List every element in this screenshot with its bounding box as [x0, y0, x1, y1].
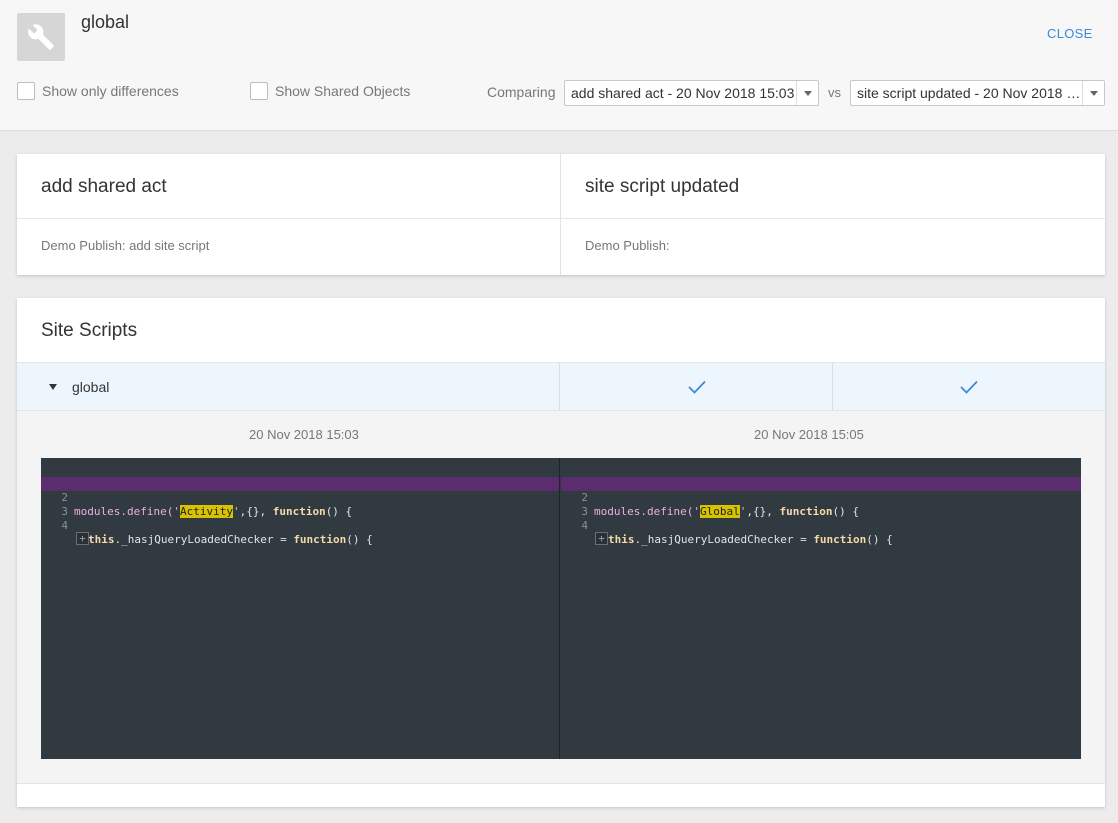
code-keyword: this [88, 533, 115, 546]
site-scripts-card: Site Scripts global 20 Nov 2018 15:03 20… [17, 298, 1105, 807]
comparing-label: Comparing [487, 84, 556, 100]
wrench-icon [17, 13, 65, 61]
card-footer [17, 783, 1105, 807]
right-version-panel: site script updated Demo Publish: [561, 154, 1105, 275]
divider [17, 218, 560, 219]
header: global CLOSE Show only differences Show … [0, 0, 1118, 131]
code-keyword: function [293, 533, 347, 546]
left-status-cell [559, 363, 833, 410]
right-date: 20 Nov 2018 15:05 [754, 427, 864, 442]
check-icon [960, 380, 978, 394]
code-line: 1 [561, 463, 1081, 490]
show-shared-objects-checkbox[interactable]: Show Shared Objects [250, 82, 410, 100]
right-version-select[interactable]: site script updated - 20 Nov 2018 15:05 [850, 80, 1105, 106]
show-only-differences-checkbox[interactable]: Show only differences [17, 82, 179, 100]
chevron-down-icon[interactable] [796, 81, 818, 105]
diff-editor[interactable]: 1 2 modules.define('Activity',{}, functi… [41, 458, 1081, 759]
left-version-name: add shared act [41, 176, 167, 197]
code-line: 1 [41, 463, 559, 490]
code-line-changed: 2 modules.define('Global',{}, function()… [561, 477, 1081, 518]
code-keyword: function [813, 533, 867, 546]
versions-card: add shared act Demo Publish: add site sc… [17, 154, 1105, 275]
code-line: 3 [561, 491, 1081, 518]
left-date: 20 Nov 2018 15:03 [249, 427, 359, 442]
right-version-message: Demo Publish: [585, 238, 670, 253]
code-token: ._hasjQueryLoadedChecker = [114, 533, 294, 546]
vs-label: vs [828, 85, 841, 100]
line-number: 4 [61, 519, 68, 532]
checkbox-label: Show only differences [42, 83, 179, 99]
checkbox-label: Show Shared Objects [275, 83, 411, 99]
left-version-panel: add shared act Demo Publish: add site sc… [17, 154, 561, 275]
code-token: ._hasjQueryLoadedChecker = [634, 533, 814, 546]
code-keyword: this [608, 533, 635, 546]
site-script-row[interactable]: global [17, 362, 1105, 411]
line-number: 4 [581, 519, 588, 532]
code-token: () { [346, 533, 373, 546]
diff-container: 20 Nov 2018 15:03 20 Nov 2018 15:05 1 2 … [17, 411, 1105, 783]
code-text: this._hasjQueryLoadedChecker = function(… [608, 533, 893, 547]
code-text: this._hasjQueryLoadedChecker = function(… [88, 533, 373, 547]
left-version-value: add shared act - 20 Nov 2018 15:03 [571, 85, 795, 101]
right-version-name: site script updated [585, 176, 740, 197]
left-code-pane[interactable]: 1 2 modules.define('Activity',{}, functi… [41, 458, 560, 759]
divider [561, 218, 1105, 219]
checkbox-box[interactable] [250, 82, 268, 100]
code-line: 4 this._hasjQueryLoadedChecker = functio… [41, 505, 559, 546]
collapse-toggle-icon[interactable] [49, 384, 57, 390]
site-script-name: global [72, 379, 110, 395]
right-version-value: site script updated - 20 Nov 2018 15:05 [857, 85, 1082, 101]
expand-fold-icon[interactable]: + [76, 532, 89, 545]
code-token: () { [866, 533, 893, 546]
code-line: 3 [41, 491, 559, 518]
chevron-down-icon[interactable] [1082, 81, 1104, 105]
page-title: global [81, 12, 130, 32]
section-title: Site Scripts [41, 320, 138, 341]
right-status-cell [832, 363, 1105, 410]
code-line: 4 this._hasjQueryLoadedChecker = functio… [561, 505, 1081, 546]
left-version-message: Demo Publish: add site script [41, 238, 210, 253]
left-version-select[interactable]: add shared act - 20 Nov 2018 15:03 [564, 80, 819, 106]
right-code-pane[interactable]: 1 2 modules.define('Global',{}, function… [561, 458, 1081, 759]
code-line-changed: 2 modules.define('Activity',{}, function… [41, 477, 559, 518]
expand-fold-icon[interactable]: + [595, 532, 608, 545]
checkbox-box[interactable] [17, 82, 35, 100]
check-icon [687, 380, 706, 394]
close-button[interactable]: CLOSE [1047, 26, 1093, 41]
